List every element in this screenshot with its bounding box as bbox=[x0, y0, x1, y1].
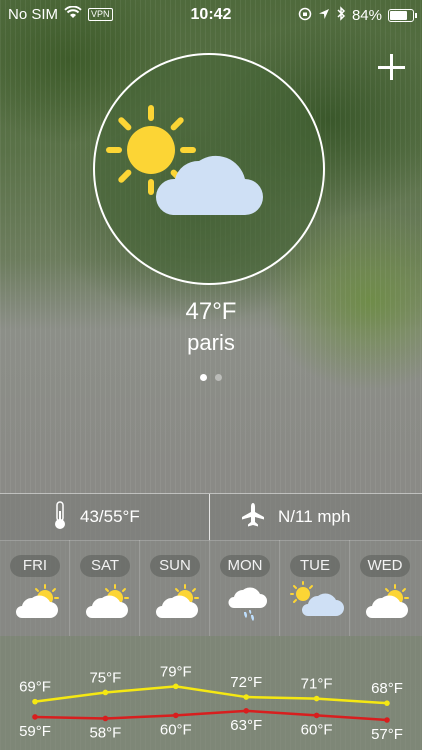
forecast-day-sat[interactable]: SAT bbox=[70, 540, 140, 636]
high-temp-label: 69°F bbox=[19, 679, 51, 696]
forecast-day-mon[interactable]: MON bbox=[210, 540, 280, 636]
low-temp-label: 60°F bbox=[301, 721, 333, 738]
day-label: SAT bbox=[80, 555, 130, 577]
rotation-lock-icon bbox=[298, 7, 312, 25]
day-label: WED bbox=[360, 555, 410, 577]
high-temp-label: 71°F bbox=[301, 676, 333, 693]
add-location-button[interactable] bbox=[376, 52, 406, 82]
low-temp-point bbox=[384, 717, 390, 723]
temp-range: 43/55°F bbox=[80, 507, 140, 526]
day-label: FRI bbox=[10, 555, 60, 577]
forecast-day-sun[interactable]: SUN bbox=[140, 540, 210, 636]
high-temp-point bbox=[313, 695, 320, 702]
current-temperature: 47°F bbox=[185, 298, 237, 325]
temperature-chart: 69°F 75°F 79°F 72°F 71°F 68°F 59°F 58°F 60°F 63°F… bbox=[0, 636, 422, 750]
high-temp-label: 68°F bbox=[371, 680, 403, 697]
high-temp-point bbox=[102, 689, 109, 696]
airplane-icon bbox=[240, 502, 266, 533]
day-label: MON bbox=[220, 555, 270, 577]
low-temp-label: 60°F bbox=[160, 721, 192, 738]
low-temp-point bbox=[32, 714, 38, 720]
sun-cloud-icon bbox=[290, 581, 344, 616]
high-temp-label: 75°F bbox=[89, 669, 121, 686]
forecast-day-fri[interactable]: FRI bbox=[0, 540, 70, 636]
day-label: TUE bbox=[290, 555, 340, 577]
low-temp-label: 57°F bbox=[371, 726, 403, 743]
rain-icon bbox=[228, 587, 267, 621]
low-temp-label: 63°F bbox=[230, 717, 262, 734]
high-temp-point bbox=[384, 700, 390, 706]
bluetooth-icon bbox=[336, 6, 346, 25]
low-temp-point bbox=[173, 712, 179, 719]
high-temp-point bbox=[243, 694, 249, 700]
partly-cloudy-icon bbox=[86, 584, 129, 618]
page-indicator[interactable] bbox=[0, 374, 422, 381]
sun-ray bbox=[118, 169, 132, 183]
high-temp-point bbox=[173, 683, 179, 690]
partly-cloudy-icon bbox=[156, 584, 199, 618]
battery-percent: 84% bbox=[351, 7, 382, 24]
partly-cloudy-icon bbox=[366, 584, 409, 618]
forecast-day-tue[interactable]: TUE bbox=[280, 540, 350, 636]
low-temp-point bbox=[243, 708, 249, 714]
low-temp-label: 58°F bbox=[89, 724, 121, 741]
temperature-chart-svg: 69°F 75°F 79°F 72°F 71°F 68°F 59°F 58°F 60°F 63°F… bbox=[19, 663, 403, 743]
day-label: SUN bbox=[150, 555, 200, 577]
low-temp-label: 59°F bbox=[19, 723, 51, 740]
high-temp-point bbox=[32, 698, 38, 705]
wind-info: N/11 mph bbox=[278, 507, 351, 526]
low-temp-point bbox=[313, 712, 320, 719]
page-dot[interactable] bbox=[215, 374, 222, 381]
high-temp-line bbox=[34, 685, 388, 705]
details-divider bbox=[209, 494, 210, 540]
sun-ray bbox=[118, 117, 132, 131]
city-name: paris bbox=[187, 330, 235, 355]
thermometer-icon bbox=[52, 500, 68, 535]
status-bar: No SIM VPN 10:42 84% bbox=[0, 0, 422, 30]
low-temp-line bbox=[34, 709, 388, 722]
battery-icon bbox=[388, 9, 417, 22]
high-temp-label: 72°F bbox=[230, 674, 262, 691]
forecast-strip: FRI SAT SUN MON TUE WED bbox=[0, 540, 422, 636]
partly-cloudy-icon bbox=[16, 584, 59, 618]
location-arrow-icon bbox=[318, 7, 330, 24]
page-dot[interactable] bbox=[200, 374, 207, 381]
forecast-day-wed[interactable]: WED bbox=[350, 540, 420, 636]
low-temp-point bbox=[102, 715, 109, 722]
high-temp-label: 79°F bbox=[160, 663, 192, 680]
partly-cloudy-icon bbox=[106, 105, 263, 215]
sun-ray bbox=[170, 117, 184, 131]
current-weather-circle[interactable] bbox=[93, 53, 325, 285]
details-bar: 43/55°F N/11 mph bbox=[0, 493, 422, 541]
